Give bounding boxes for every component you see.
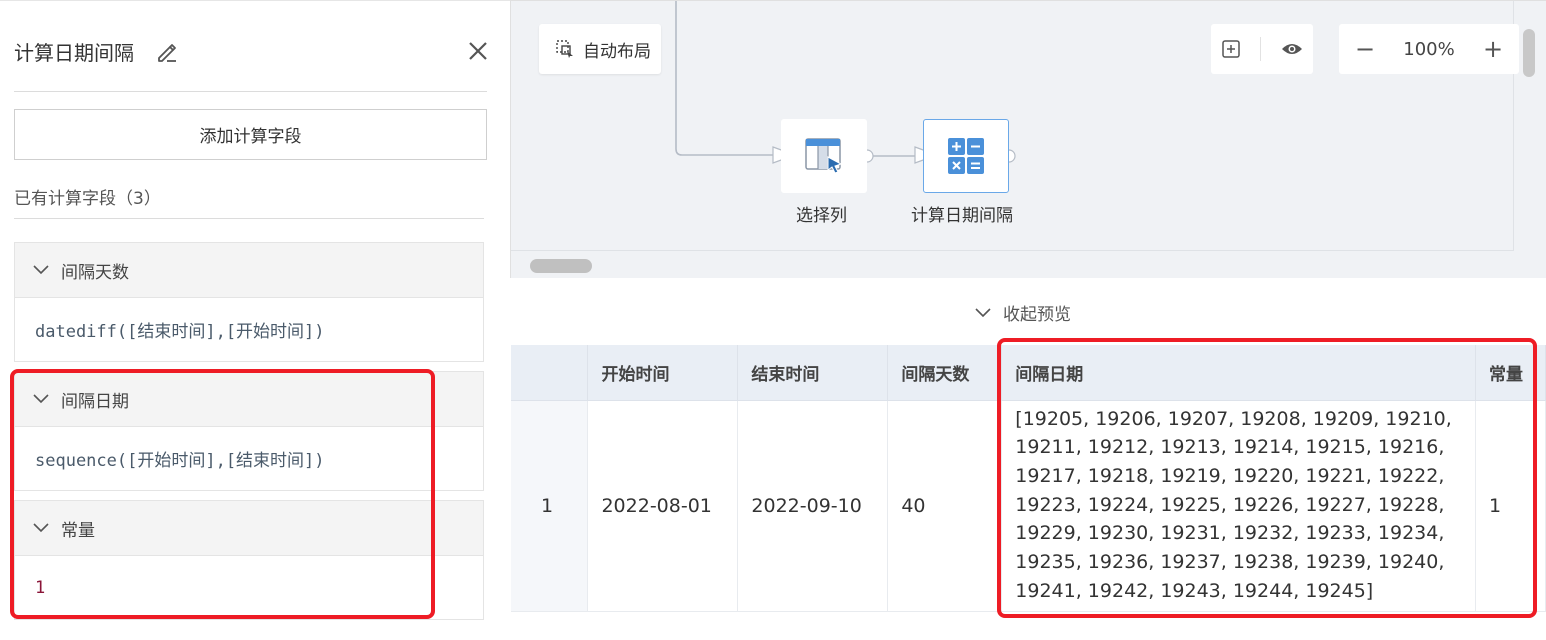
interval-line: [19205, 19206, 19207, 19208, 19209, 1921… — [1015, 407, 1452, 430]
column-header[interactable]: 常量 — [1475, 345, 1546, 401]
divider — [14, 218, 484, 219]
node-calc-date-interval[interactable] — [923, 119, 1009, 193]
auto-layout-icon — [556, 40, 573, 58]
calc-field-header[interactable]: 间隔天数 — [15, 243, 483, 298]
calc-field-item: 间隔日期 sequence([开始时间],[结束时间]) — [14, 371, 484, 491]
calc-field-name: 间隔天数 — [61, 262, 129, 283]
column-header[interactable]: 间隔日期 — [1001, 345, 1476, 401]
calc-field-header[interactable]: 间隔日期 — [15, 372, 483, 427]
chevron-down-icon — [33, 265, 49, 275]
table-header-row: 开始时间 结束时间 间隔天数 间隔日期 常量 — [511, 345, 1546, 401]
calc-field-expression[interactable]: 1 — [15, 556, 483, 619]
cell-start-time: 2022-08-01 — [587, 400, 739, 613]
row-index: 1 — [511, 400, 589, 613]
calculator-icon — [948, 138, 984, 174]
eye-icon[interactable] — [1281, 41, 1303, 57]
calc-field-header[interactable]: 常量 — [15, 501, 483, 556]
interval-line: 19223, 19224, 19225, 19226, 19227, 19228… — [1015, 493, 1445, 516]
cell-end-time: 2022-09-10 — [737, 400, 889, 613]
flow-canvas[interactable]: 自动布局 − 100% + 选择列 计算日期间隔 — [510, 0, 1546, 278]
tool-divider — [1260, 37, 1262, 61]
vertical-scrollbar[interactable] — [1523, 29, 1535, 77]
zoom-out-button[interactable]: − — [1355, 35, 1375, 63]
interval-line: 19229, 19230, 19231, 19232, 19233, 19234… — [1015, 522, 1445, 545]
interval-line: 19235, 19236, 19237, 19238, 19239, 19240… — [1015, 551, 1445, 574]
close-icon[interactable] — [466, 39, 490, 63]
calc-field-panel: 计算日期间隔 添加计算字段 已有计算字段（3） 间隔天数 datediff([结… — [0, 0, 510, 640]
select-columns-icon — [805, 138, 843, 174]
collapse-preview-label: 收起预览 — [1003, 305, 1071, 325]
cell-interval-days: 40 — [887, 400, 1003, 613]
column-header — [511, 345, 589, 401]
divider — [14, 91, 487, 92]
node-label: 计算日期间隔 — [911, 206, 1013, 226]
calc-field-expression[interactable]: datediff([结束时间],[开始时间]) — [15, 298, 483, 361]
calc-field-item: 常量 1 — [14, 500, 484, 620]
column-header[interactable]: 间隔天数 — [887, 345, 1003, 401]
calc-field-expression[interactable]: sequence([开始时间],[结束时间]) — [15, 427, 483, 490]
canvas-tools — [1211, 24, 1313, 74]
interval-line: 19211, 19212, 19213, 19214, 19215, 19216… — [1015, 436, 1445, 459]
chevron-down-icon — [33, 394, 49, 404]
edit-pencil-icon[interactable] — [156, 41, 178, 63]
node-label: 选择列 — [796, 206, 847, 226]
horizontal-scrollbar[interactable] — [530, 259, 592, 273]
auto-layout-button[interactable]: 自动布局 — [539, 24, 661, 74]
calc-field-item: 间隔天数 datediff([结束时间],[开始时间]) — [14, 242, 484, 362]
cell-constant: 1 — [1475, 400, 1546, 613]
calc-field-name: 间隔日期 — [61, 391, 129, 412]
interval-line: 19241, 19242, 19243, 19244, 19245] — [1015, 579, 1374, 602]
preview-table: 开始时间 结束时间 间隔天数 间隔日期 常量 1 2022-08-01 2022… — [511, 345, 1546, 613]
auto-layout-label: 自动布局 — [583, 41, 651, 62]
interval-line: 19217, 19218, 19219, 19220, 19221, 19222… — [1015, 464, 1445, 487]
calc-field-name: 常量 — [61, 520, 95, 541]
chevron-down-icon — [33, 523, 49, 533]
panel-title: 计算日期间隔 — [14, 41, 134, 65]
canvas-area: 自动布局 − 100% + 选择列 计算日期间隔 — [511, 1, 1519, 251]
chevron-down-icon — [975, 307, 991, 317]
zoom-level: 100% — [1403, 38, 1455, 60]
cell-interval-dates: [19205, 19206, 19207, 19208, 19209, 1921… — [1001, 400, 1476, 613]
add-node-icon[interactable] — [1221, 39, 1241, 59]
add-calc-field-button[interactable]: 添加计算字段 — [14, 109, 487, 160]
column-header[interactable]: 开始时间 — [587, 345, 739, 401]
table-row: 1 2022-08-01 2022-09-10 40 [19205, 19206… — [511, 400, 1546, 613]
node-select-columns[interactable] — [781, 119, 867, 193]
column-header[interactable]: 结束时间 — [737, 345, 889, 401]
existing-fields-label: 已有计算字段（3） — [14, 189, 161, 209]
zoom-in-button[interactable]: + — [1483, 35, 1503, 63]
zoom-control: − 100% + — [1339, 24, 1519, 74]
collapse-preview-button[interactable]: 收起预览 — [975, 300, 1071, 325]
